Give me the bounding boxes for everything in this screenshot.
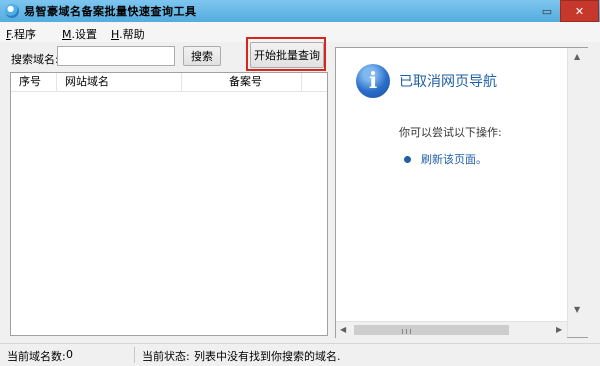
search-button[interactable]: 搜索: [183, 46, 221, 66]
scroll-left-icon[interactable]: ◀: [340, 325, 346, 334]
suggestion-text: 你可以尝试以下操作:: [399, 126, 502, 139]
menu-help-accel: H: [111, 28, 120, 41]
column-divider[interactable]: [181, 73, 182, 91]
search-domain-input[interactable]: [57, 46, 175, 66]
status-divider: [134, 347, 135, 363]
close-button[interactable]: ✕: [560, 0, 599, 22]
title-bar[interactable]: 易智豪域名备案批量快速查询工具 ▭ ✕: [0, 0, 600, 22]
bullet-icon: [404, 156, 411, 163]
web-browser-panel: i 已取消网页导航 你可以尝试以下操作: 刷新该页面。 ▲ ▼ ◀ ▶: [335, 47, 588, 338]
column-header-record-number[interactable]: 备案号: [229, 73, 262, 91]
menu-help-label: .帮助: [119, 28, 145, 41]
grip-line: [406, 329, 407, 334]
menu-help[interactable]: H.帮助: [111, 26, 145, 42]
grip-line: [410, 329, 411, 334]
horizontal-scrollbar[interactable]: ◀ ▶: [336, 321, 567, 338]
list-header: 序号 网站域名 备案号: [11, 73, 327, 92]
start-batch-query-button[interactable]: 开始批量查询: [250, 42, 324, 68]
app-window: 易智豪域名备案批量快速查询工具 ▭ ✕ F.程序 M.设置 H.帮助 搜索域名:…: [0, 0, 600, 366]
menu-program-label: .程序: [10, 28, 37, 41]
info-icon: i: [356, 64, 390, 98]
domain-count-label: 当前域名数:: [7, 350, 66, 363]
domain-count-value: 0: [66, 348, 73, 361]
domain-list[interactable]: 序号 网站域名 备案号: [10, 72, 328, 336]
menu-settings-accel: M: [62, 28, 72, 41]
vertical-scrollbar[interactable]: ▲ ▼: [567, 48, 588, 337]
app-icon: [5, 4, 19, 18]
scroll-down-icon[interactable]: ▼: [574, 305, 580, 314]
status-state-label: 当前状态:: [142, 350, 190, 363]
search-domain-label: 搜索域名:: [11, 53, 59, 66]
status-bar: 当前域名数: 0 当前状态: 列表中没有找到你搜索的域名.: [0, 343, 600, 366]
status-state-text: 列表中没有找到你搜索的域名.: [194, 350, 341, 363]
refresh-page-link[interactable]: 刷新该页面。: [421, 151, 487, 167]
menu-settings[interactable]: M.设置: [62, 26, 97, 42]
scroll-up-icon[interactable]: ▲: [574, 52, 580, 61]
menu-program[interactable]: F.程序: [6, 26, 36, 42]
navigation-canceled-heading: 已取消网页导航: [399, 74, 497, 90]
minimize-button[interactable]: ▭: [533, 0, 561, 22]
column-header-domain[interactable]: 网站域名: [65, 73, 109, 91]
column-header-index[interactable]: 序号: [19, 73, 41, 91]
window-title: 易智豪域名备案批量快速查询工具: [24, 5, 197, 18]
horizontal-scroll-thumb[interactable]: [354, 325, 509, 335]
grip-line: [402, 329, 403, 334]
scroll-right-icon[interactable]: ▶: [556, 325, 562, 334]
column-divider[interactable]: [301, 73, 302, 91]
column-divider[interactable]: [56, 73, 57, 91]
menu-settings-label: .设置: [71, 28, 98, 41]
